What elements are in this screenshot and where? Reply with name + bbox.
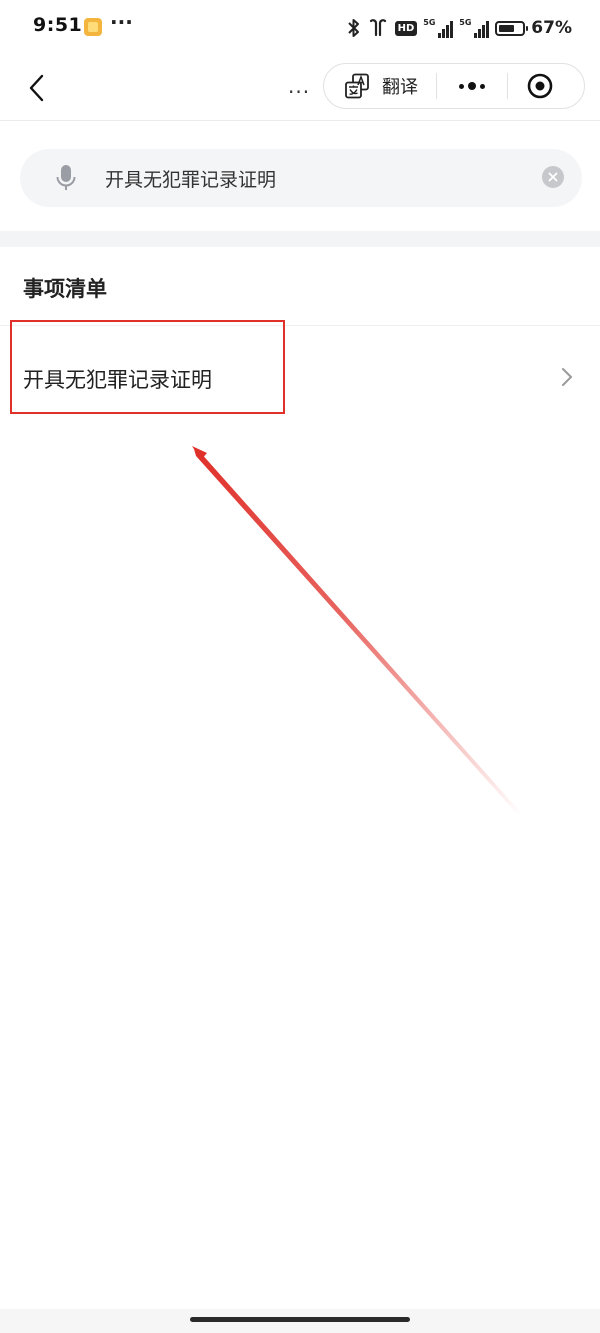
translate-button[interactable]: 翻译 (324, 64, 436, 108)
more-menu-button[interactable] (437, 64, 507, 108)
close-mini-program-button[interactable] (508, 64, 572, 108)
target-close-icon (527, 73, 553, 99)
screen: 9:51 ··· HD 5G 5G 67% ... 翻译 开具无犯罪记录证明 事… (0, 0, 600, 1333)
signal-icon-2: 5G (459, 18, 490, 38)
back-button[interactable] (18, 68, 54, 108)
status-overflow-dots: ··· (110, 10, 133, 34)
chevron-right-icon (562, 368, 572, 386)
section-divider (0, 231, 600, 247)
home-indicator[interactable] (190, 1317, 410, 1322)
nav-bar: ... 翻译 (0, 56, 600, 121)
clear-search-button[interactable] (542, 166, 564, 188)
status-time: 9:51 (33, 14, 83, 36)
hd-badge: HD (394, 20, 418, 36)
earbuds-icon (367, 18, 389, 38)
list-item-label: 开具无犯罪记录证明 (23, 368, 212, 392)
more-dots-icon (457, 82, 487, 90)
notification-app-icon (84, 18, 102, 36)
battery-icon (495, 20, 529, 36)
section-title: 事项清单 (23, 277, 107, 301)
network-type-2: 5G (459, 18, 472, 27)
mini-program-capsule: 翻译 (323, 63, 585, 109)
list-item[interactable]: 开具无犯罪记录证明 (0, 326, 600, 430)
battery-percent: 67% (531, 18, 572, 38)
clear-icon (548, 172, 558, 182)
microphone-icon[interactable] (55, 163, 77, 193)
chevron-left-icon (29, 74, 44, 102)
network-type-1: 5G (423, 18, 436, 27)
status-icons: HD 5G 5G 67% (347, 15, 572, 41)
section-header: 事项清单 (0, 247, 600, 326)
bluetooth-icon (347, 18, 361, 38)
search-input[interactable] (105, 167, 505, 189)
signal-icon-1: 5G (423, 18, 454, 38)
nav-more-text[interactable]: ... (288, 74, 310, 98)
translate-label: 翻译 (382, 77, 418, 98)
translate-icon (345, 73, 369, 99)
search-area (0, 121, 600, 231)
bottom-bar (0, 1309, 600, 1333)
battery-level (499, 24, 515, 32)
status-bar: 9:51 ··· HD 5G 5G 67% (0, 0, 600, 56)
search-box[interactable] (20, 149, 582, 207)
